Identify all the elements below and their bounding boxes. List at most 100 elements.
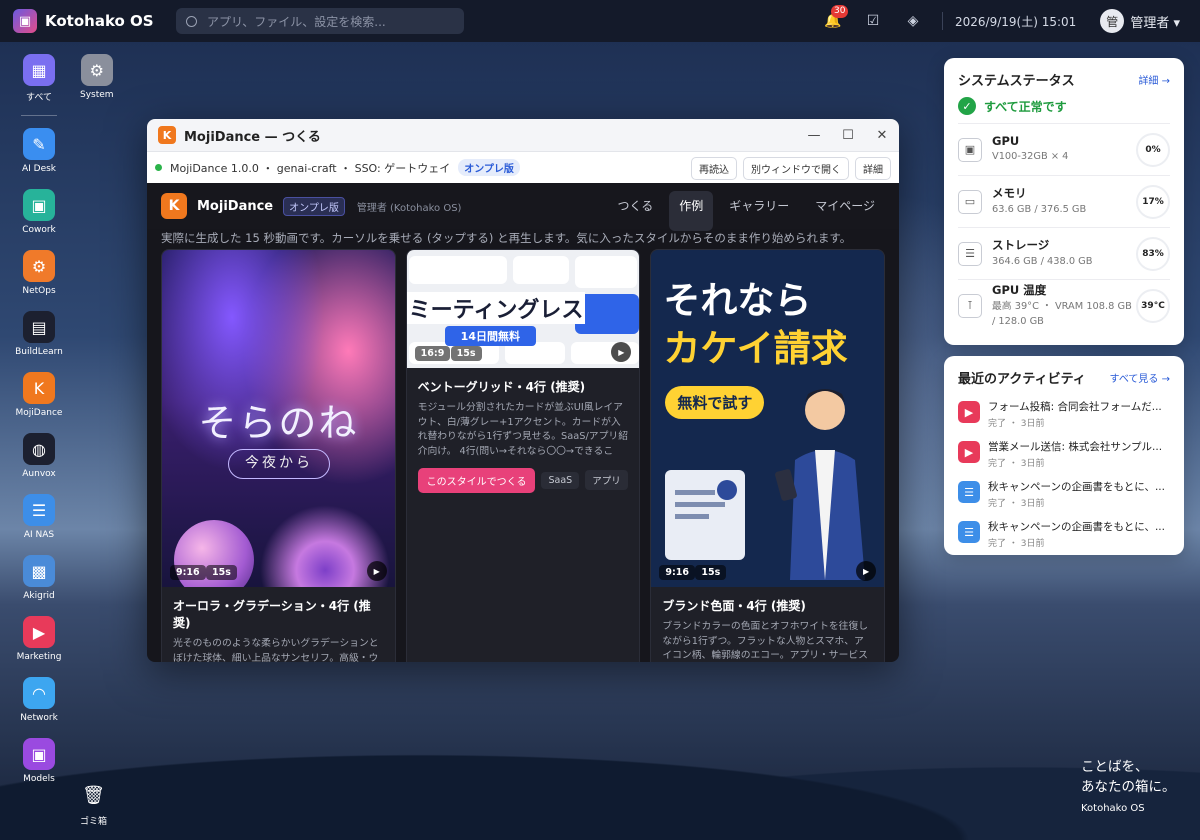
- status-ok-text: すべて正常です: [984, 99, 1067, 114]
- ui-block: [512, 256, 569, 284]
- metric-gauge: 0%: [1136, 132, 1170, 167]
- app-icon: ▣: [23, 738, 55, 770]
- notification-badge: 30: [831, 5, 849, 18]
- activity-status: 完了 ・ 3日前: [988, 539, 1045, 549]
- card-text: モジュール分割されたカードが並ぶUI風レイアウト、白/薄グレー+1アクセント。カ…: [417, 402, 628, 458]
- dock-item-buildlearn[interactable]: ▤ BuildLearn: [14, 311, 64, 372]
- metric-row: ▣ GPU V100-32GB × 4 0%: [958, 123, 1170, 175]
- app-icon: ✎: [23, 128, 55, 160]
- maximize-icon[interactable]: ☐: [831, 128, 865, 143]
- dock-label: Models: [23, 774, 55, 784]
- tab-gallery[interactable]: ギャラリー: [719, 191, 799, 231]
- metric-name: メモリ: [992, 186, 1027, 201]
- metric-icon: ▭: [958, 189, 982, 214]
- dock-label: BuildLearn: [15, 347, 63, 357]
- activity-item[interactable]: ▶ 営業メール送信: 株式会社サンプル... 完了 ・ 3日前: [944, 435, 1184, 475]
- datetime: 2026/9/19(土) 15:01: [955, 14, 1077, 29]
- video-thumbnail[interactable]: それなら カケイ請求 無料で試す 9:16 15s ▶: [651, 250, 885, 587]
- activity-item[interactable]: ▶ フォーム投稿: 合同会社フォームだ... 完了 ・ 3日前: [944, 395, 1184, 435]
- card-text: 光そのもののような柔らかいグラデーションとぼけた球体、細い上品なサンセリフ。高級…: [173, 638, 379, 662]
- example-card-aurora[interactable]: そらのね 今夜から 9:16 15s ▶ オーロラ・グラデーション・4行 (推奨…: [161, 249, 396, 662]
- dock-item-cowork[interactable]: ▣ Cowork: [14, 189, 64, 250]
- system-label: System: [80, 90, 114, 100]
- dock-item-aunvox[interactable]: ◍ Aunvox: [14, 433, 64, 494]
- avatar[interactable]: 管: [1100, 9, 1125, 33]
- dock-label: NetOps: [22, 286, 56, 296]
- detail-button[interactable]: 詳細: [855, 157, 891, 180]
- app-name: MojiDance: [197, 198, 274, 214]
- thumbnail-headline: そらのね: [198, 401, 359, 445]
- app-icon: ▤: [23, 311, 55, 343]
- dock-item-akigrid[interactable]: ▩ Akigrid: [14, 555, 64, 616]
- play-icon[interactable]: ▶: [856, 561, 877, 581]
- aspect-ratio-chip: 16:9: [414, 346, 451, 361]
- system-app[interactable]: ⚙ System: [80, 54, 114, 100]
- video-thumbnail[interactable]: ミーティングレス 14日間無料 16:9 15s ▶: [406, 250, 640, 368]
- activity-status: 完了 ・ 3日前: [988, 459, 1045, 469]
- dock-item-netops[interactable]: ⚙ NetOps: [14, 250, 64, 311]
- tag-saas: SaaS: [541, 471, 580, 489]
- os-logo-icon[interactable]: ▣: [13, 9, 37, 33]
- status-detail-link[interactable]: 詳細 →: [1138, 72, 1170, 87]
- activity-item[interactable]: ☰ 秋キャンペーンの企画書をもとに、... 完了 ・ 3日前: [944, 475, 1184, 515]
- app-info: MojiDance 1.0.0 ・ genai-craft ・ SSO: ゲート…: [170, 161, 451, 175]
- system-status-panel: システムステータス 詳細 → ✓ すべて正常です ▣ GPU V100-32GB × …: [944, 58, 1184, 345]
- dock-item-network[interactable]: ◠ Network: [14, 677, 64, 738]
- reload-button[interactable]: 再読込: [691, 157, 737, 180]
- use-style-button[interactable]: このスタイルでつくる: [417, 467, 536, 493]
- layers-icon[interactable]: ◈: [902, 10, 924, 32]
- duration-chip: 15s: [695, 565, 727, 580]
- dock-item-ai-desk[interactable]: ✎ AI Desk: [14, 128, 64, 189]
- minimize-icon[interactable]: —: [797, 128, 831, 143]
- open-new-window-button[interactable]: 別ウィンドウで開く: [743, 157, 849, 180]
- app-header: K MojiDance オンプレ版 管理者 (Kotohako OS) つくる …: [147, 183, 899, 231]
- dock-item-すべて[interactable]: ▦ すべて: [14, 54, 64, 115]
- person-illustration: [775, 389, 866, 580]
- see-all-link[interactable]: すべて見る →: [1110, 370, 1170, 385]
- video-thumbnail[interactable]: そらのね 今夜から 9:16 15s ▶: [162, 250, 395, 587]
- tab-examples[interactable]: 作例: [669, 191, 714, 231]
- play-icon[interactable]: ▶: [366, 561, 387, 581]
- thumbnail-cta: 無料で試す: [665, 386, 765, 419]
- dock-label: MojiDance: [15, 408, 63, 418]
- dock-item-ai-nas[interactable]: ☰ AI NAS: [14, 494, 64, 555]
- dock-item-mojidance[interactable]: K MojiDance: [14, 372, 64, 433]
- checkbox-icon[interactable]: ☑: [862, 10, 884, 32]
- app-dock: ▦ すべて ✎ AI Desk ▣ Cowork ⚙ NetOps ▤ BuildLearn K Mo…: [14, 54, 64, 799]
- dock-item-models[interactable]: ▣ Models: [14, 738, 64, 799]
- mojidance-window: K MojiDance — つくる — ☐ ✕ MojiDance 1.0.0 …: [147, 119, 899, 662]
- trash[interactable]: 🗑 ゴミ箱: [80, 785, 107, 827]
- example-card-brand[interactable]: それなら カケイ請求 無料で試す 9:16 15s ▶ ブランド色面・4行 (推…: [650, 249, 886, 662]
- window-titlebar[interactable]: K MojiDance — つくる — ☐ ✕: [147, 119, 899, 151]
- metric-row: ☰ ストレージ 364.6 GB / 438.0 GB 83%: [958, 227, 1170, 279]
- dock-divider: [21, 115, 57, 116]
- search-placeholder: アプリ、ファイル、設定を検索...: [207, 14, 386, 29]
- app-icon: K: [23, 372, 55, 404]
- aspect-ratio-chip: 9:16: [659, 565, 695, 580]
- tagline-line-1: ことばを、: [1081, 759, 1149, 775]
- app-icon: ⚙: [23, 250, 55, 282]
- app-icon: ◍: [23, 433, 55, 465]
- tab-create[interactable]: つくる: [607, 191, 663, 231]
- tab-mypage[interactable]: マイページ: [805, 191, 885, 231]
- example-card-bento[interactable]: ミーティングレス 14日間無料 16:9 15s ▶ ベントーグリッド・4行 (…: [405, 249, 641, 662]
- search-input[interactable]: アプリ、ファイル、設定を検索...: [176, 8, 464, 34]
- app-icon: ▣: [23, 189, 55, 221]
- dock-item-marketing[interactable]: ▶ Marketing: [14, 616, 64, 677]
- edition-badge: オンプレ版: [458, 159, 520, 176]
- document-illustration: [665, 470, 746, 560]
- metric-detail: V100-32GB × 4: [992, 151, 1069, 163]
- dock-label: AI NAS: [23, 530, 55, 540]
- activity-icon: ▶: [958, 441, 980, 463]
- dock-label: Akigrid: [23, 591, 55, 601]
- status-ok: ✓ すべて正常です: [944, 97, 1184, 123]
- card-title: オーロラ・グラデーション・4行 (推奨): [173, 599, 371, 630]
- close-icon[interactable]: ✕: [865, 128, 899, 143]
- user-menu[interactable]: 管理者 ▾: [1130, 12, 1180, 31]
- metric-detail: 最高 39°C ・ VRAM 108.8 GB / 128.0 GB: [992, 301, 1132, 327]
- bell-icon[interactable]: 🔔 30: [822, 5, 849, 32]
- os-brand: Kotohako OS: [45, 12, 154, 30]
- dock-label: すべて: [25, 93, 52, 103]
- activity-item[interactable]: ☰ 秋キャンペーンの企画書をもとに、... 完了 ・ 3日前: [944, 515, 1184, 555]
- mojidance-logo-icon[interactable]: K: [161, 193, 187, 219]
